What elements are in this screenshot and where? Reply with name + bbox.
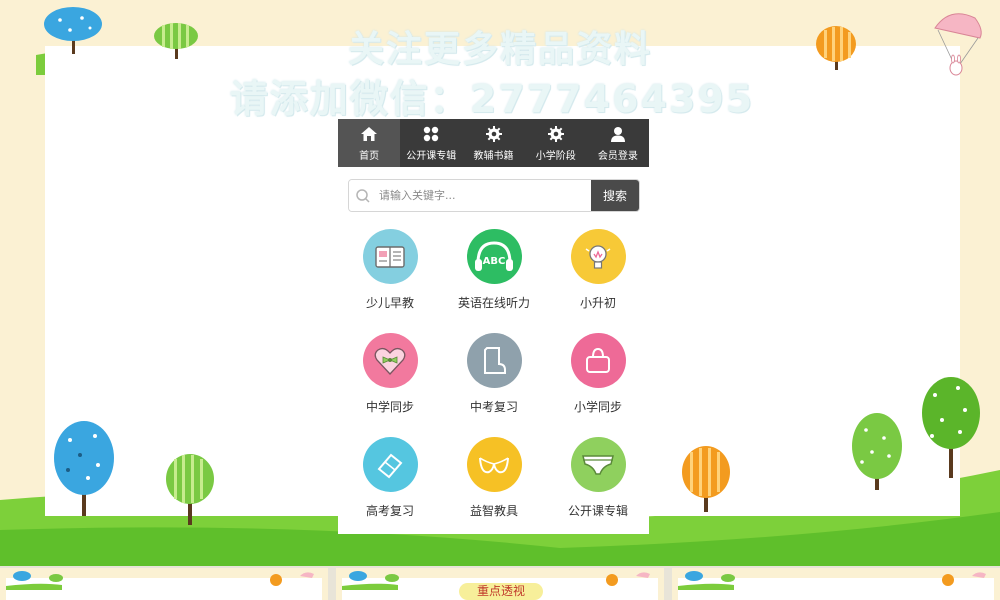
- category-item[interactable]: 公开课专辑: [546, 437, 649, 534]
- nav-item-books[interactable]: 教辅书籍: [462, 119, 524, 167]
- home-icon: [361, 126, 378, 141]
- user-icon: [610, 126, 625, 142]
- category-item[interactable]: 高考复习: [338, 437, 442, 534]
- category-icon-bg: [570, 333, 626, 388]
- category-item[interactable]: 小升初: [546, 229, 649, 333]
- category-icon-bg: ABC: [466, 229, 522, 284]
- watermark-line1: 关注更多精品资料: [347, 29, 652, 70]
- category-icon-bg: [362, 333, 418, 388]
- search-field: [349, 180, 591, 211]
- svg-text:ABC: ABC: [483, 256, 506, 267]
- tree-icon: [922, 377, 980, 478]
- watermark-line2: 请添加微信：2777464395: [229, 77, 755, 121]
- heart-bow-icon: [374, 347, 406, 375]
- category-label: 中学同步: [365, 400, 414, 414]
- category-item[interactable]: 少儿早教: [338, 229, 442, 333]
- slide-thumbnail[interactable]: [672, 568, 1000, 600]
- tree-icon: [166, 454, 214, 525]
- category-item[interactable]: 小学同步: [546, 333, 649, 437]
- mobile-page: 首页 公开课专辑 教辅书籍 小学阶段 会员登录 搜索: [338, 119, 649, 534]
- nav-item-login[interactable]: 会员登录: [587, 119, 649, 167]
- tree-icon: [852, 413, 902, 490]
- picture-book-icon: [375, 245, 405, 268]
- search-bar: 搜索: [348, 179, 640, 212]
- nav-label: 小学阶段: [535, 150, 576, 162]
- nav-label: 会员登录: [597, 150, 638, 162]
- nav-label: 首页: [359, 150, 380, 162]
- search-input[interactable]: [377, 188, 581, 203]
- tree-icon: [682, 446, 730, 512]
- category-label: 中考复习: [469, 400, 518, 414]
- headphones-abc-icon: ABC: [475, 240, 513, 271]
- gear-icon: [547, 125, 564, 142]
- bag-icon: [586, 347, 610, 373]
- grid-icon: [424, 126, 439, 141]
- category-grid: 少儿早教 ABC 英语在线听力 小升初 中学同步 中考复习 小学同步 高考复习 …: [338, 229, 649, 534]
- category-label: 少儿早教: [365, 296, 414, 310]
- category-label: 高考复习: [365, 504, 414, 518]
- category-label: 小学同步: [573, 400, 622, 414]
- category-icon-bg: [362, 437, 418, 492]
- nav-item-courses[interactable]: 公开课专辑: [400, 119, 462, 167]
- category-label: 益智教具: [469, 504, 518, 518]
- category-item[interactable]: 中学同步: [338, 333, 442, 437]
- boot-icon: [484, 346, 506, 374]
- category-item[interactable]: 益智教具: [442, 437, 546, 534]
- focus-badge: 重点透视: [459, 583, 543, 600]
- eraser-icon: [377, 453, 403, 478]
- underwear-icon: [582, 454, 614, 475]
- top-nav: 首页 公开课专辑 教辅书籍 小学阶段 会员登录: [338, 119, 649, 167]
- nav-item-home[interactable]: 首页: [338, 119, 401, 167]
- bra-icon: [479, 456, 509, 473]
- gear-icon: [485, 125, 502, 142]
- category-icon-bg: [570, 437, 626, 492]
- category-label: 英语在线听力: [457, 296, 530, 310]
- slide-thumbnail[interactable]: [0, 568, 328, 600]
- nav-item-primary[interactable]: 小学阶段: [525, 119, 587, 167]
- category-label: 公开课专辑: [567, 504, 628, 518]
- tree-icon: [54, 421, 114, 516]
- category-label: 小升初: [579, 296, 616, 310]
- category-icon-bg: [466, 333, 522, 388]
- search-icon: [356, 188, 370, 203]
- category-icon-bg: [466, 437, 522, 492]
- thumbnail-preview: [6, 571, 322, 600]
- category-icon-bg: [570, 229, 626, 284]
- category-item[interactable]: 中考复习: [442, 333, 546, 437]
- nav-label: 教辅书籍: [473, 150, 514, 162]
- lightbulb-icon: [585, 244, 611, 269]
- search-button[interactable]: 搜索: [591, 180, 639, 211]
- category-icon-bg: [362, 229, 418, 284]
- nav-label: 公开课专辑: [406, 150, 457, 162]
- category-item[interactable]: ABC 英语在线听力: [442, 229, 546, 333]
- thumbnail-preview: [678, 571, 994, 600]
